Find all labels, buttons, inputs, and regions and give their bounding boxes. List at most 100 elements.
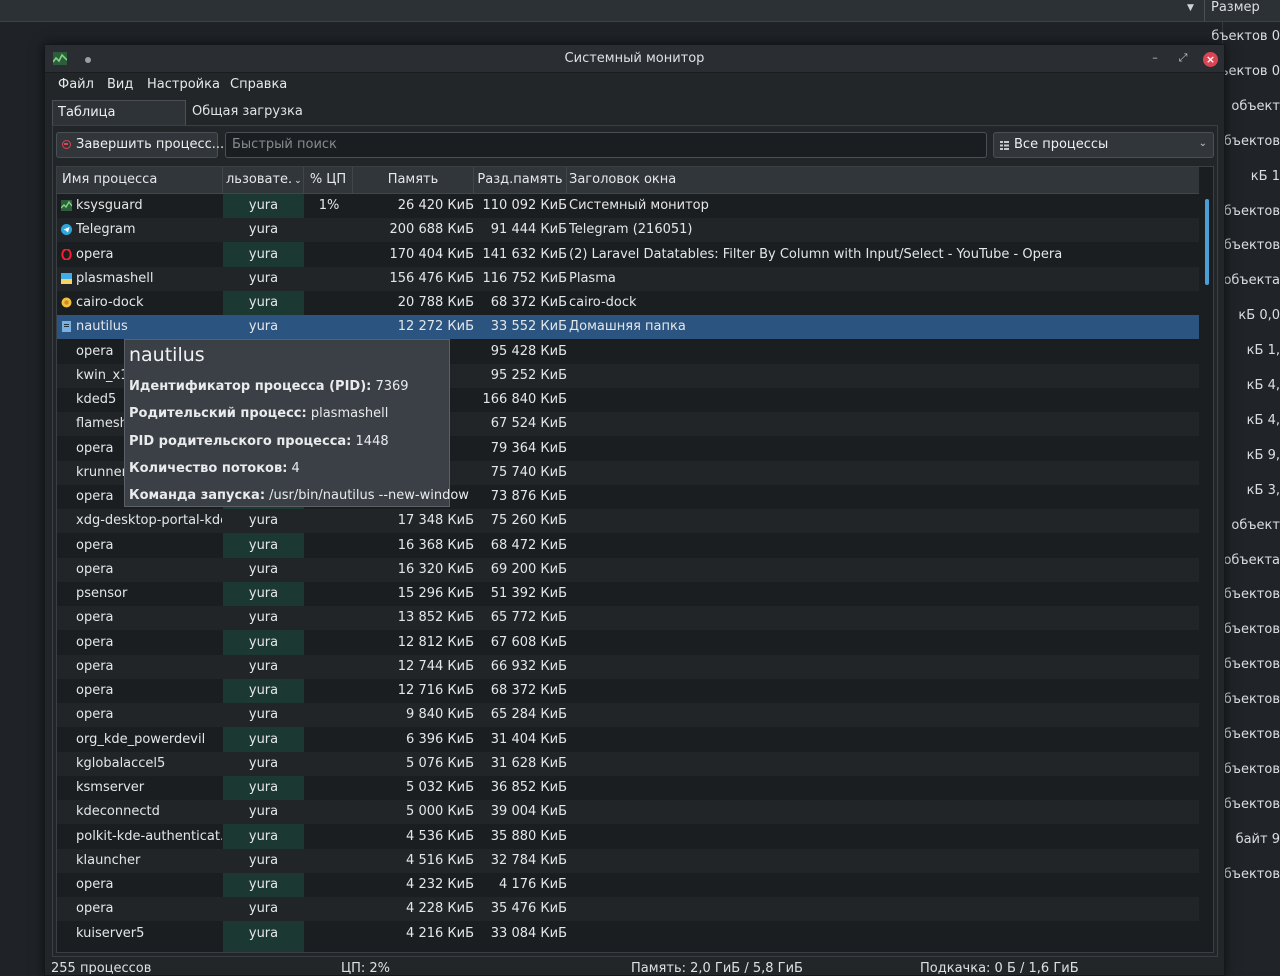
process-shared-memory: 36 852 КиБ	[490, 780, 567, 795]
process-filter-value: Все процессы	[1014, 137, 1109, 152]
scrollbar-thumb[interactable]	[1205, 199, 1209, 285]
process-memory: 4 232 КиБ	[406, 877, 474, 892]
process-shared-memory: 33 552 КиБ	[490, 319, 567, 335]
window-title: Системный монитор	[564, 51, 705, 66]
table-row[interactable]: opera yura 12 716 КиБ 68 372 КиБ	[57, 679, 1199, 703]
tab-system-load[interactable]: Общая загрузка системы	[187, 100, 357, 143]
process-cpu	[305, 825, 353, 849]
column-header-user[interactable]: льзовате. ⌄	[223, 167, 304, 193]
process-name: opera	[76, 877, 114, 892]
process-memory: 12 716 КиБ	[397, 683, 474, 698]
table-row[interactable]: xdg-desktop-portal-kde yura 17 348 КиБ 75 2…	[57, 509, 1199, 534]
process-cpu	[305, 606, 353, 630]
column-header-shared-memory[interactable]: Разд.память	[474, 167, 567, 193]
table-row[interactable]: Telegram yura 200 688 КиБ 91 444 КиБ Telegra…	[57, 218, 1199, 243]
process-window-title	[569, 703, 1199, 727]
table-row[interactable]: opera yura 4 232 КиБ 4 176 КиБ	[57, 873, 1199, 897]
process-user: yura	[248, 707, 279, 723]
kill-process-button[interactable]: Завершить процесс...	[56, 132, 224, 158]
process-user: yura	[248, 198, 279, 213]
column-header-memory[interactable]: Память	[353, 167, 474, 193]
process-user: yura	[248, 270, 279, 286]
table-row[interactable]: opera yura 16 368 КиБ 68 472 КиБ	[57, 534, 1199, 558]
vertical-scrollbar[interactable]	[1202, 193, 1213, 952]
tab-process-table[interactable]: Таблица процессов	[52, 100, 186, 144]
process-shared-memory: 75 740 КиБ	[490, 464, 567, 480]
process-name: kglobalaccel5	[76, 755, 166, 771]
process-window-title	[569, 437, 1199, 461]
table-row[interactable]: kglobalaccel5 yura 5 076 КиБ 31 628 КиБ	[57, 751, 1199, 776]
process-name: opera	[76, 561, 114, 577]
tooltip-label: Количество потоков:	[129, 460, 288, 476]
table-row[interactable]: kdeconnectd yura 5 000 КиБ 39 004 КиБ	[57, 800, 1199, 825]
menu-view[interactable]: Вид	[107, 77, 133, 92]
process-shared-memory: 67 524 КиБ	[490, 416, 567, 432]
table-row[interactable]: polkit-kde-authenticat… yura 4 536 КиБ 35 8…	[57, 825, 1199, 849]
process-user: yura	[248, 295, 279, 310]
column-header-name[interactable]: Имя процесса	[57, 167, 223, 193]
table-row[interactable]: opera yura 12 812 КиБ 67 608 КиБ	[57, 631, 1199, 655]
menu-settings[interactable]: Настройка	[147, 77, 220, 92]
process-shared-memory: 68 372 КиБ	[490, 683, 567, 698]
process-name: klauncher	[76, 852, 141, 868]
column-header-window-title[interactable]: Заголовок окна	[567, 167, 1199, 193]
process-filter-select[interactable]: Все процессы ⌄	[993, 132, 1214, 158]
tooltip-value: plasmashell	[306, 406, 389, 422]
table-row[interactable]: ksysguard yura 1% 26 420 КиБ 110 092 КиБ Сист…	[57, 194, 1199, 218]
quick-search-input[interactable]: Быстрый поиск	[225, 132, 987, 158]
sort-down-icon: ⌄	[294, 176, 302, 186]
table-row[interactable]: opera yura 4 228 КиБ 35 476 КиБ	[57, 897, 1199, 922]
table-row[interactable]: opera yura 13 852 КиБ 65 772 КиБ	[57, 606, 1199, 631]
table-row[interactable]: cairo-dock yura 20 788 КиБ 68 372 КиБ cairo-…	[57, 291, 1199, 315]
system-monitor-window: Системный монитор – ⤢ × Файл Вид Настрой…	[44, 44, 1225, 976]
process-memory: 9 840 КиБ	[406, 707, 474, 723]
process-memory: 12 812 КиБ	[397, 634, 474, 650]
table-row[interactable]: nautilus yura 12 272 КиБ 33 552 КиБ Домашняя…	[57, 315, 1199, 340]
table-row[interactable]: plasmashell yura 156 476 КиБ 116 752 КиБ Pla…	[57, 266, 1199, 291]
opera-icon	[61, 248, 72, 260]
process-name: kuiserver5	[76, 925, 145, 941]
process-memory: 200 688 КиБ	[389, 222, 475, 238]
table-row[interactable]: ksmserver yura 5 032 КиБ 36 852 КиБ	[57, 776, 1199, 800]
process-user: yura	[248, 222, 279, 238]
maximize-icon[interactable]: ⤢	[1175, 50, 1191, 66]
process-window-title: (2) Laravel Datatables: Filter By Column…	[569, 246, 1063, 262]
minimize-icon[interactable]: –	[1147, 50, 1163, 66]
process-window-title	[569, 825, 1199, 849]
process-memory: 20 788 КиБ	[397, 295, 474, 310]
process-name: xdg-desktop-portal-kde	[76, 513, 222, 529]
table-row[interactable]: opera yura 12 744 КиБ 66 932 КиБ	[57, 654, 1199, 679]
sort-arrow-icon[interactable]: ▼	[1187, 3, 1194, 13]
process-memory: 15 296 КиБ	[397, 586, 474, 601]
titlebar[interactable]: Системный монитор – ⤢ ×	[45, 45, 1224, 73]
process-shared-memory: 65 772 КиБ	[490, 610, 567, 626]
table-row[interactable]: opera yura 16 320 КиБ 69 200 КиБ	[57, 557, 1199, 582]
process-memory: 17 348 КиБ	[397, 513, 474, 529]
process-shared-memory: 35 476 КиБ	[490, 901, 567, 917]
table-row[interactable]: klauncher yura 4 516 КиБ 32 784 КиБ	[57, 848, 1199, 873]
table-row[interactable]: org_kde_powerdevil yura 6 396 КиБ 31 404 Ки…	[57, 728, 1199, 752]
table-row[interactable]: kuiserver5 yura 4 216 КиБ 33 084 КиБ	[57, 922, 1199, 946]
column-header-user-label: льзовате.	[226, 172, 293, 187]
process-name: ksysguard	[76, 198, 143, 213]
menu-help[interactable]: Справка	[230, 77, 287, 92]
process-shared-memory: 35 880 КиБ	[490, 828, 567, 844]
process-shared-memory: 65 284 КиБ	[490, 707, 567, 723]
process-memory: 16 320 КиБ	[397, 561, 474, 577]
menu-file[interactable]: Файл	[58, 77, 94, 92]
table-row[interactable]: psensor yura 15 296 КиБ 51 392 КиБ	[57, 582, 1199, 606]
column-header-cpu[interactable]: % ЦП	[304, 167, 353, 193]
close-icon[interactable]: ×	[1203, 52, 1218, 67]
process-window-title	[569, 655, 1199, 679]
process-user: yura	[248, 683, 279, 698]
background-size-header[interactable]: Размер	[1211, 0, 1260, 20]
process-window-title	[569, 897, 1199, 921]
table-row[interactable]: opera yura 170 404 КиБ 141 632 КиБ (2) Larav…	[57, 243, 1199, 267]
process-user: yura	[248, 246, 279, 262]
process-memory: 12 744 КиБ	[397, 658, 474, 674]
process-name: org_kde_powerdevil	[76, 731, 206, 747]
table-header: Имя процесса льзовате. ⌄ % ЦП Память Разд…	[57, 167, 1199, 194]
process-name: opera	[76, 901, 114, 917]
table-row[interactable]: opera yura 9 840 КиБ 65 284 КиБ	[57, 703, 1199, 728]
process-shared-memory: 91 444 КиБ	[490, 222, 567, 238]
